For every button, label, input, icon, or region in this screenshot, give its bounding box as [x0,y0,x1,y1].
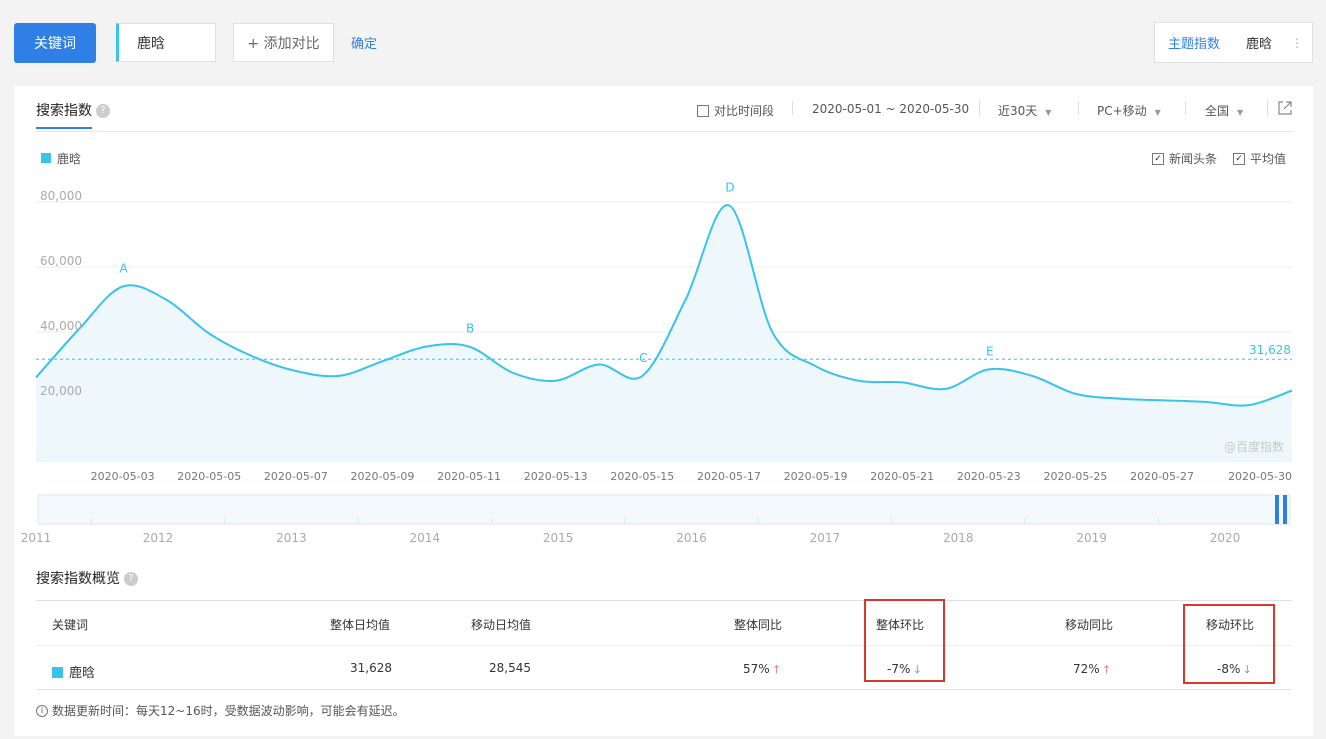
y-tick-label: 20,000 [40,384,82,398]
timeline-year-label: 2017 [810,531,841,545]
highlight-box-overall-mom [864,599,945,682]
x-tick-label: 2020-05-13 [524,470,588,483]
cell-overall-yoy: 57% 🡑 [743,661,779,680]
x-tick-label: 2020-05-19 [784,470,848,483]
row-keyword-label: 鹿晗 [69,666,96,681]
timeline-handle-left [1275,495,1279,524]
overview-title-label: 搜索指数概览 [36,571,120,587]
timeline-year-label: 2019 [1076,531,1107,545]
arrow-up-icon: 🡑 [1103,663,1110,676]
average-label: 31,628 [1249,343,1291,357]
timeline-track [37,494,1291,525]
cell-mobile-daily: 28,545 [489,661,531,675]
timeline-year-label: 2013 [276,531,307,545]
x-tick-label: 2020-05-15 [610,470,674,483]
timeline-handle-right [1283,495,1287,524]
y-tick-label: 80,000 [40,189,82,203]
timeline-year-label: 2015 [543,531,574,545]
row-keyword: 鹿晗 [52,662,95,681]
x-tick-label: 2020-05-09 [351,470,415,483]
cell-mobile-yoy: 72% 🡑 [1073,661,1109,680]
footnote-text: 数据更新时间：每天12~16时，受数据波动影响，可能会有延迟。 [52,704,405,718]
x-tick-label: 2020-05-17 [697,470,761,483]
annotation-a: A [120,262,129,276]
x-tick-label: 2020-05-03 [91,470,155,483]
help-icon[interactable]: ? [124,572,138,586]
y-tick-label: 60,000 [40,254,82,268]
annotation-b: B [466,322,474,336]
overview-title: 搜索指数概览? [36,568,138,588]
annotation-c: C [639,351,647,365]
footnote: i 数据更新时间：每天12~16时，受数据波动影响，可能会有延迟。 [36,702,405,719]
x-tick-label: 2020-05-05 [177,470,241,483]
x-tick-label: 2020-05-23 [957,470,1021,483]
timeline-year-label: 2018 [943,531,974,545]
header-overall-daily: 整体日均值 [330,618,391,632]
x-tick-label: 2020-05-07 [264,470,328,483]
cell-overall-daily: 31,628 [350,661,392,675]
y-tick-label: 40,000 [40,319,82,333]
x-tick-label: 2020-05-11 [437,470,501,483]
search-index-chart[interactable]: 20,000 40,000 60,000 80,000 31,628 2020-05-03… [0,0,1326,560]
series-area [36,204,1292,462]
timeline-year-label: 2014 [409,531,440,545]
header-overall-yoy: 整体同比 [734,618,783,632]
header-keyword: 关键词 [52,618,89,632]
timeline-year-label: 2012 [143,531,174,545]
highlight-box-mobile-mom [1183,604,1275,684]
annotation-e: E [986,344,994,358]
cell-overall-yoy-value: 57% [743,662,770,676]
keyword-swatch [52,667,63,678]
timeline-year-label: 2011 [21,531,52,545]
divider [36,600,1292,601]
watermark: @百度指数 [1224,439,1284,454]
annotation-d: D [725,180,734,194]
divider [36,645,1292,646]
info-icon: i [36,704,48,717]
timeline-year-label: 2020 [1210,531,1241,545]
arrow-up-icon: 🡑 [773,663,780,676]
divider [36,689,1292,690]
x-tick-label: 2020-05-21 [870,470,934,483]
x-tick-label: 2020-05-30 [1228,470,1292,483]
x-tick-label: 2020-05-25 [1043,470,1107,483]
x-tick-label: 2020-05-27 [1130,470,1194,483]
header-mobile-daily: 移动日均值 [471,618,532,632]
timeline-year-label: 2016 [676,531,707,545]
cell-mobile-yoy-value: 72% [1073,662,1100,676]
header-mobile-yoy: 移动同比 [1065,618,1114,632]
